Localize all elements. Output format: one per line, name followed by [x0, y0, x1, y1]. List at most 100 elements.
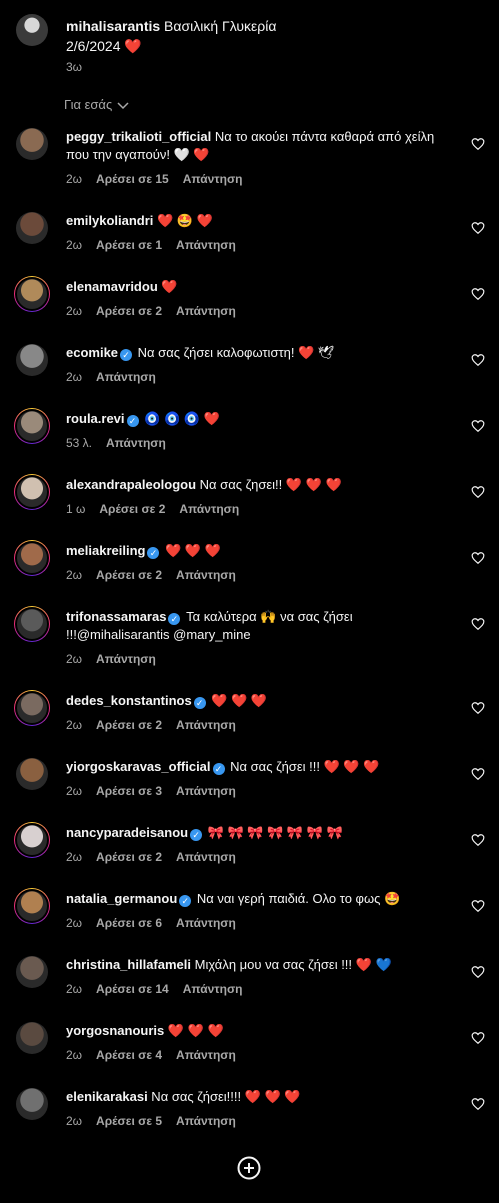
comment-likes-link[interactable]: Αρέσει σε 14 [96, 982, 169, 996]
comment-likes-link[interactable]: Αρέσει σε 2 [99, 502, 165, 516]
commenter-username[interactable]: meliakreiling [66, 543, 145, 558]
commenter-username[interactable]: dedes_konstantinos [66, 693, 192, 708]
commenter-username[interactable]: yiorgoskaravas_official [66, 759, 211, 774]
avatar-image [15, 277, 49, 311]
like-heart-icon[interactable] [471, 701, 485, 715]
reply-button[interactable]: Απάντηση [176, 1048, 236, 1062]
reply-button[interactable]: Απάντηση [106, 436, 166, 450]
comment-likes-link[interactable]: Αρέσει σε 5 [96, 1114, 162, 1128]
like-heart-icon[interactable] [471, 353, 485, 367]
caption-username[interactable]: mihalisarantis [66, 18, 160, 34]
for-you-sort-button[interactable]: Για εσάς [64, 97, 130, 112]
commenter-avatar[interactable] [14, 210, 50, 246]
reply-button[interactable]: Απάντηση [183, 172, 243, 186]
avatar-image [16, 1022, 48, 1054]
commenter-username[interactable]: yorgosnanouris [66, 1023, 164, 1038]
commenter-avatar[interactable] [14, 540, 50, 576]
comment-time: 2ω [66, 916, 83, 930]
commenter-username[interactable]: trifonassamaras [66, 609, 166, 624]
commenter-username[interactable]: peggy_trikalioti_official [66, 129, 211, 144]
reply-button[interactable]: Απάντηση [179, 502, 239, 516]
comment-text: yorgosnanouris ❤️ ❤️ ❤️ [66, 1022, 446, 1040]
comment-likes-link[interactable]: Αρέσει σε 15 [96, 172, 169, 186]
reply-button[interactable]: Απάντηση [176, 1114, 236, 1128]
comment-text: ecomike ✓ Να σας ζήσει καλοφωτιστη! ❤️ 🕊 [66, 344, 446, 362]
comment-time: 53 λ. [66, 436, 93, 450]
reply-button[interactable]: Απάντηση [176, 304, 236, 318]
verified-badge-icon: ✓ [212, 763, 225, 775]
comment-likes-link[interactable]: Αρέσει σε 3 [96, 784, 162, 798]
like-heart-icon[interactable] [471, 485, 485, 499]
verified-badge-icon: ✓ [126, 415, 139, 427]
comment-meta: 2ω Αρέσει σε 1 Απάντηση [66, 238, 236, 252]
like-heart-icon[interactable] [471, 419, 485, 433]
commenter-avatar[interactable] [14, 822, 50, 858]
commenter-username[interactable]: christina_hillafameli [66, 957, 191, 972]
like-heart-icon[interactable] [471, 551, 485, 565]
like-heart-icon[interactable] [471, 1031, 485, 1045]
like-heart-icon[interactable] [471, 767, 485, 781]
commenter-username[interactable]: alexandrapaleologou [66, 477, 196, 492]
commenter-username[interactable]: elenamavridou [66, 279, 158, 294]
comment-body: Να σας ζησει!! ❤️ ❤️ ❤️ [196, 477, 342, 492]
commenter-avatar[interactable] [14, 474, 50, 510]
chevron-down-icon [117, 101, 129, 109]
comment-meta: 2ω Αρέσει σε 2 Απάντηση [66, 718, 236, 732]
commenter-avatar[interactable] [14, 888, 50, 924]
like-heart-icon[interactable] [471, 221, 485, 235]
reply-button[interactable]: Απάντηση [176, 850, 236, 864]
reply-button[interactable]: Απάντηση [96, 652, 156, 666]
reply-button[interactable]: Απάντηση [183, 982, 243, 996]
commenter-avatar[interactable] [14, 342, 50, 378]
commenter-avatar[interactable] [14, 954, 50, 990]
author-avatar[interactable] [16, 14, 48, 46]
reply-button[interactable]: Απάντηση [176, 568, 236, 582]
commenter-avatar[interactable] [14, 690, 50, 726]
commenter-username[interactable]: roula.revi [66, 411, 125, 426]
comment-likes-link[interactable]: Αρέσει σε 2 [96, 850, 162, 864]
commenter-avatar[interactable] [14, 126, 50, 162]
comment-text: peggy_trikalioti_official Να το ακούει π… [66, 128, 446, 164]
like-heart-icon[interactable] [471, 137, 485, 151]
comment-likes-link[interactable]: Αρέσει σε 6 [96, 916, 162, 930]
comment-time: 2ω [66, 304, 83, 318]
like-heart-icon[interactable] [471, 287, 485, 301]
comment-text: emilykoliandri ❤️ 🤩 ❤️ [66, 212, 446, 230]
reply-button[interactable]: Απάντηση [176, 238, 236, 252]
avatar-image [16, 344, 48, 376]
commenter-username[interactable]: emilykoliandri [66, 213, 153, 228]
like-heart-icon[interactable] [471, 1097, 485, 1111]
comment-time: 2ω [66, 1114, 83, 1128]
comment-text: dedes_konstantinos ✓ ❤️ ❤️ ❤️ [66, 692, 446, 710]
comment-text: yiorgoskaravas_official ✓ Να σας ζήσει !!… [66, 758, 446, 776]
commenter-avatar[interactable] [14, 1086, 50, 1122]
reply-button[interactable]: Απάντηση [176, 784, 236, 798]
comment-likes-link[interactable]: Αρέσει σε 2 [96, 568, 162, 582]
comment-meta: 2ω Αρέσει σε 2 Απάντηση [66, 304, 236, 318]
like-heart-icon[interactable] [471, 965, 485, 979]
comment-likes-link[interactable]: Αρέσει σε 2 [96, 718, 162, 732]
commenter-username[interactable]: nancyparadeisanou [66, 825, 188, 840]
comment-likes-link[interactable]: Αρέσει σε 4 [96, 1048, 162, 1062]
reply-button[interactable]: Απάντηση [176, 916, 236, 930]
avatar-image [15, 409, 49, 443]
commenter-avatar[interactable] [14, 606, 50, 642]
commenter-username[interactable]: natalia_germanou [66, 891, 177, 906]
commenter-avatar[interactable] [14, 276, 50, 312]
add-comment-icon[interactable] [237, 1156, 261, 1180]
comment-likes-link[interactable]: Αρέσει σε 2 [96, 304, 162, 318]
reply-button[interactable]: Απάντηση [96, 370, 156, 384]
like-heart-icon[interactable] [471, 617, 485, 631]
like-heart-icon[interactable] [471, 899, 485, 913]
comment-meta: 2ω Αρέσει σε 15 Απάντηση [66, 172, 243, 186]
like-heart-icon[interactable] [471, 833, 485, 847]
commenter-avatar[interactable] [14, 1020, 50, 1056]
commenter-username[interactable]: elenikarakasi [66, 1089, 148, 1104]
comment-body: Να σας ζήσει!!!! ❤️ ❤️ ❤️ [147, 1089, 301, 1104]
commenter-username[interactable]: ecomike [66, 345, 118, 360]
commenter-avatar[interactable] [14, 756, 50, 792]
reply-button[interactable]: Απάντηση [176, 718, 236, 732]
comment-meta: 2ω Αρέσει σε 2 Απάντηση [66, 850, 236, 864]
comment-likes-link[interactable]: Αρέσει σε 1 [96, 238, 162, 252]
commenter-avatar[interactable] [14, 408, 50, 444]
